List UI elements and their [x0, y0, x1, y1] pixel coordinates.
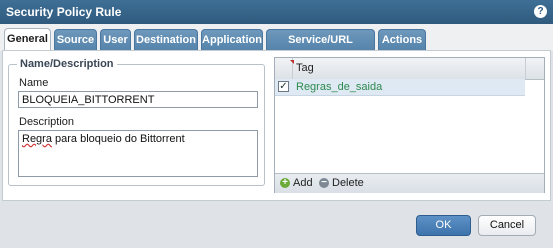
tag-row-checkbox[interactable]: ✓ [278, 81, 289, 92]
modified-marker-icon [290, 60, 294, 64]
add-tag-button[interactable]: + Add [280, 176, 314, 191]
tag-column-header[interactable]: Tag [296, 62, 314, 74]
add-tag-label: Add [293, 177, 313, 189]
name-field[interactable]: BLOQUEIA_BITTORRENT [18, 91, 258, 108]
column-divider [525, 58, 526, 79]
dialog-title: Security Policy Rule [6, 5, 122, 19]
help-icon[interactable]: ? [534, 5, 547, 18]
description-label: Description [19, 116, 75, 128]
tag-grid-toolbar: + Add − Delete [275, 173, 544, 193]
tab-actions[interactable]: Actions [378, 29, 426, 50]
name-description-legend: Name/Description [20, 58, 114, 70]
tab-application[interactable]: Application [201, 29, 263, 50]
tab-general[interactable]: General [4, 28, 51, 51]
tab-destination[interactable]: Destination [134, 29, 198, 50]
description-text-rest: para bloqueio do Bittorrent [51, 133, 185, 145]
description-field[interactable]: Regra para bloqueio do Bittorrent [18, 130, 258, 177]
name-label: Name [19, 77, 49, 89]
tag-row-value[interactable]: Regras_de_saida [296, 81, 382, 93]
tag-grid: Tag ✓ Regras_de_saida + Add − Delete [274, 57, 545, 193]
tab-service-url-category[interactable]: Service/URL Category [266, 29, 375, 66]
dialog-title-bar: Security Policy Rule ? [0, 0, 553, 24]
ok-button[interactable]: OK [416, 215, 471, 236]
cancel-button[interactable]: Cancel [478, 215, 536, 236]
tab-user[interactable]: User [100, 29, 131, 50]
tag-grid-header: Tag [275, 58, 544, 80]
description-misspelled-word: Regra [22, 133, 52, 145]
minus-icon: − [319, 178, 329, 188]
delete-tag-button[interactable]: − Delete [319, 176, 369, 191]
tab-source[interactable]: Source [54, 29, 97, 50]
tab-strip: General Source User Destination Applicat… [0, 24, 553, 66]
plus-icon: + [280, 178, 290, 188]
delete-tag-label: Delete [332, 177, 364, 189]
tag-row[interactable]: ✓ Regras_de_saida [275, 79, 525, 96]
